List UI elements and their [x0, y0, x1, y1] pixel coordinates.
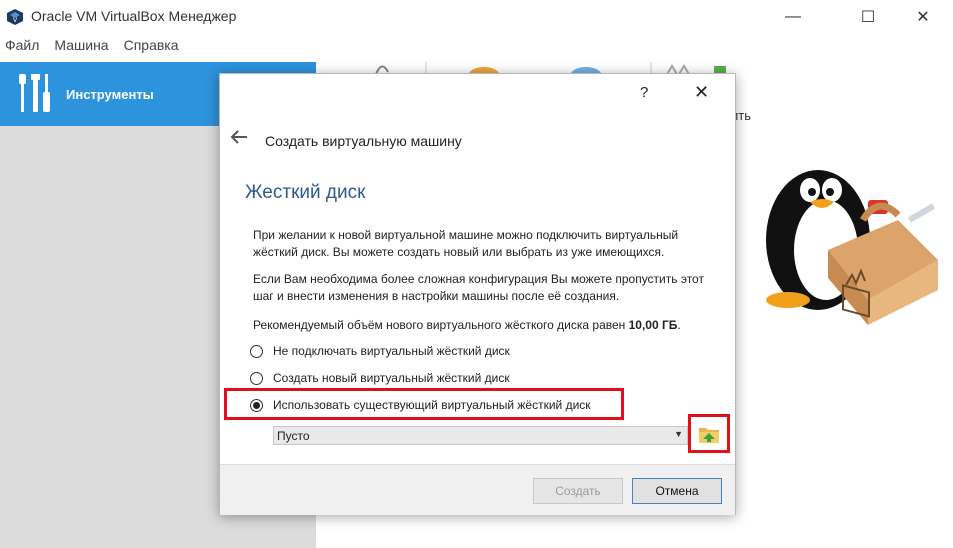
dialog-footer: Создать Отмена: [220, 464, 735, 515]
description-paragraph: При желании к новой виртуальной машине м…: [253, 228, 679, 259]
maximize-button[interactable]: ☐: [845, 0, 891, 33]
page-title: Жесткий диск: [245, 182, 366, 203]
menu-bar: Файл Машина Справка: [0, 37, 189, 59]
minimize-button[interactable]: —: [770, 0, 816, 33]
radio-label: Не подключать виртуальный жёсткий диск: [273, 344, 510, 358]
recommended-size-text: Рекомендуемый объём нового виртуального …: [253, 317, 723, 334]
menu-help[interactable]: Справка: [124, 37, 179, 59]
radio-create-new-disk[interactable]: Создать новый виртуальный жёсткий диск: [250, 371, 510, 385]
window-title: Oracle VM VirtualBox Менеджер: [31, 8, 237, 24]
tools-label: Инструменты: [66, 87, 154, 102]
choose-disk-folder-icon[interactable]: [698, 424, 720, 444]
radio-button-selected[interactable]: [250, 398, 263, 412]
radio-button[interactable]: [250, 344, 263, 358]
disk-select[interactable]: Пусто ▼: [273, 426, 688, 445]
radio-label: Использовать существующий виртуальный жё…: [273, 398, 591, 412]
create-button[interactable]: Создать: [533, 478, 623, 504]
create-vm-dialog: ? ✕ Создать виртуальную машину Жесткий д…: [219, 73, 736, 515]
disk-select-value: Пусто: [277, 429, 310, 443]
close-window-button[interactable]: ✕: [900, 0, 946, 33]
radio-button[interactable]: [250, 371, 263, 385]
dropdown-arrow-icon: ▼: [674, 429, 683, 439]
dialog-close-button[interactable]: ✕: [694, 82, 709, 103]
back-arrow-icon[interactable]: [230, 130, 248, 144]
virtualbox-logo-icon: V: [7, 9, 23, 25]
help-button[interactable]: ?: [640, 84, 648, 101]
tux-toolbox-illustration-icon: [766, 170, 938, 325]
description-paragraph: Если Вам необходима более сложная конфиг…: [253, 272, 704, 303]
menu-machine[interactable]: Машина: [54, 37, 108, 59]
recommended-size-prefix: Рекомендуемый объём нового виртуального …: [253, 318, 626, 332]
recommended-size-value: 10,00 ГБ: [628, 318, 678, 332]
radio-label: Создать новый виртуальный жёсткий диск: [273, 371, 510, 385]
wizard-title: Создать виртуальную машину: [265, 133, 462, 149]
menu-file[interactable]: Файл: [5, 37, 39, 59]
radio-use-existing-disk[interactable]: Использовать существующий виртуальный жё…: [250, 398, 591, 412]
title-bar: V Oracle VM VirtualBox Менеджер — ☐ ✕: [0, 0, 953, 33]
radio-no-disk[interactable]: Не подключать виртуальный жёсткий диск: [250, 344, 510, 358]
recommended-size-suffix: .: [677, 318, 681, 332]
tools-icon: [19, 74, 50, 112]
cancel-button[interactable]: Отмена: [632, 478, 722, 504]
